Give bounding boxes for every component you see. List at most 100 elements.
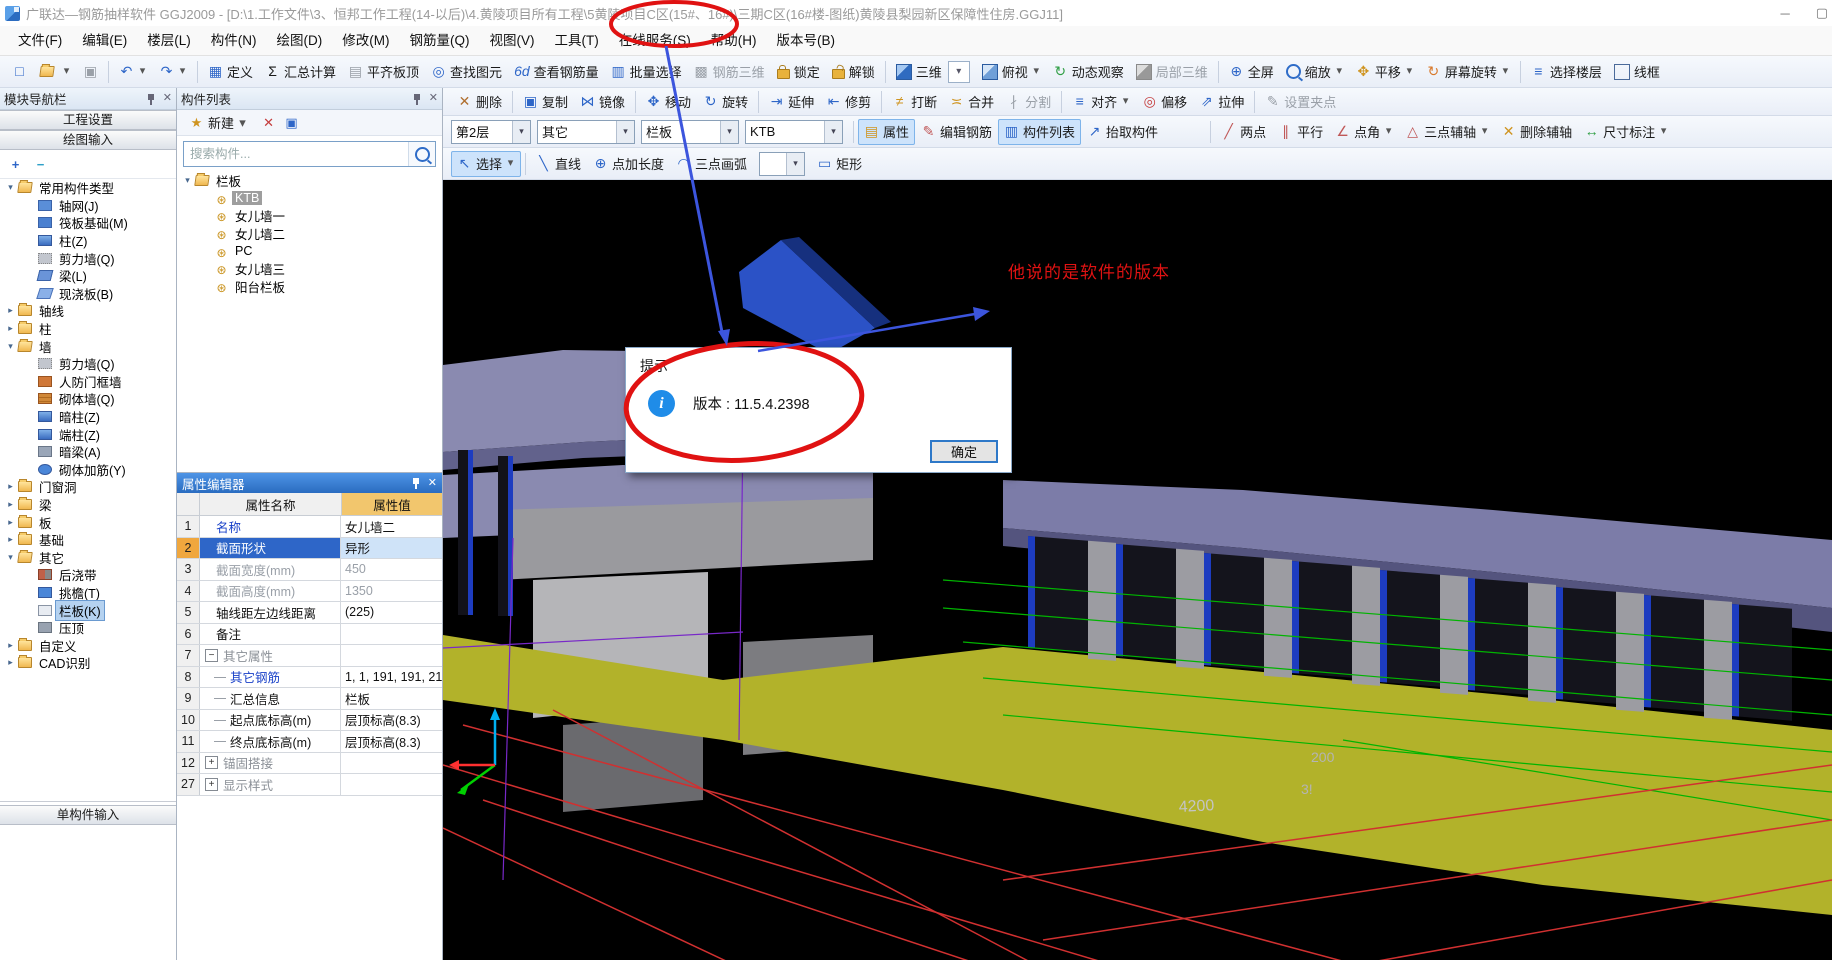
nav-tree-item[interactable]: 栏板(K) — [0, 599, 176, 621]
property-value[interactable]: 异形 — [341, 537, 442, 558]
tree-expander-icon[interactable]: ▸ — [4, 305, 17, 316]
point-angle-button[interactable]: ∠ 点角 ▾ — [1329, 119, 1399, 145]
component-tree-item[interactable]: ▾ 栏板 — [177, 172, 442, 190]
model-viewport[interactable]: 4200 200 3! — [443, 180, 1832, 960]
tree-expander-icon[interactable]: ▾ — [181, 175, 194, 186]
property-value[interactable] — [341, 774, 442, 795]
lock-button[interactable]: 锁定 — [771, 59, 826, 85]
nav-tree-item[interactable]: 挑檐(T) — [0, 584, 176, 602]
property-row[interactable]: 6 备注 — [177, 623, 442, 645]
tree-expander-icon[interactable]: ▸ — [4, 517, 17, 528]
tree-expander-icon[interactable]: ▸ — [4, 499, 17, 510]
nav-tree-item[interactable]: 人防门框墙 — [0, 373, 176, 391]
fullscreen-button[interactable]: ⊕ 全屏 — [1223, 59, 1280, 85]
delete-component-icon[interactable]: ✕ — [261, 115, 276, 130]
menu-tools[interactable]: 工具(T) — [545, 26, 609, 56]
property-row[interactable]: 11 终点底标高(m) 层顶标高(8.3) — [177, 731, 442, 753]
tree-expander-icon[interactable]: ▾ — [4, 182, 17, 193]
expand-box-icon[interactable]: + — [205, 756, 218, 770]
view-3d-combo[interactable]: ▾ — [947, 60, 970, 83]
nav-tree-item[interactable]: ▾ 墙 — [0, 337, 176, 355]
menu-online[interactable]: 在线服务(S) — [609, 26, 701, 56]
three-point-arc-tool-button[interactable]: ◠ 三点画弧 — [670, 151, 753, 177]
nav-tree-item[interactable]: 现浇板(B) — [0, 285, 176, 303]
delete-button[interactable]: ✕ 删除 — [451, 89, 508, 115]
property-value[interactable] — [341, 624, 442, 645]
property-row[interactable]: 12 + 锚固搭接 — [177, 752, 442, 774]
nav-tree-item[interactable]: 砌体加筋(Y) — [0, 461, 176, 479]
tree-expander-icon[interactable]: ▸ — [4, 534, 17, 545]
break-button[interactable]: ≠ 打断 — [886, 89, 943, 115]
batch-select-button[interactable]: ▥ 批量选择 — [605, 59, 688, 85]
nav-tree-item[interactable]: 压顶 — [0, 619, 176, 637]
nav-tree-item[interactable]: 梁(L) — [0, 267, 176, 285]
category-combo[interactable]: 其它 ▾ — [537, 119, 635, 144]
project-settings-tab[interactable]: 工程设置 — [0, 110, 176, 130]
nav-tree-item[interactable]: 柱(Z) — [0, 232, 176, 250]
redo-button[interactable]: ↷ ▾ — [153, 59, 193, 85]
mirror-button[interactable]: ⋈ 镜像 — [574, 89, 631, 115]
two-point-axis-button[interactable]: ╱ 两点 — [1215, 119, 1272, 145]
nav-tree-item[interactable]: 后浇带 — [0, 566, 176, 584]
select-floor-button[interactable]: ≡ 选择楼层 — [1525, 59, 1608, 85]
delete-aux-axis-button[interactable]: ✕ 删除辅轴 — [1495, 119, 1578, 145]
close-icon[interactable]: ✕ — [429, 93, 438, 104]
new-file-button[interactable]: □ — [6, 59, 33, 85]
pin-icon[interactable] — [146, 93, 156, 105]
property-value[interactable]: (225) — [341, 602, 442, 623]
property-row[interactable]: 4 截面高度(mm) 1350 — [177, 580, 442, 602]
nav-tree-item[interactable]: ▸ 轴线 — [0, 302, 176, 320]
menu-rebar[interactable]: 钢筋量(Q) — [400, 26, 480, 56]
stretch-button[interactable]: ⇗ 拉伸 — [1193, 89, 1250, 115]
property-value[interactable]: 450 — [341, 559, 442, 580]
nav-tree-item[interactable]: ▸ CAD识别 — [0, 654, 176, 672]
nav-tree-item[interactable]: 轴网(J) — [0, 197, 176, 215]
menu-modify[interactable]: 修改(M) — [332, 26, 399, 56]
tree-expander-icon[interactable]: ▾ — [4, 552, 17, 563]
rebar-3d-button[interactable]: ▩ 钢筋三维 — [688, 59, 771, 85]
wireframe-button[interactable]: 线框 — [1608, 59, 1666, 85]
component-tree-item[interactable]: 女儿墙二 — [177, 225, 442, 243]
single-component-input-button[interactable]: 单构件输入 — [0, 805, 176, 825]
tree-expander-icon[interactable]: ▸ — [4, 323, 17, 334]
three-point-aux-button[interactable]: △ 三点辅轴 ▾ — [1399, 119, 1495, 145]
undo-button[interactable]: ↶ ▾ — [113, 59, 153, 85]
pick-component-button[interactable]: ↗ 抬取构件 — [1081, 119, 1164, 145]
open-file-button[interactable]: ▾ — [33, 59, 77, 85]
zoom-button[interactable]: 缩放 ▾ — [1280, 59, 1350, 85]
trim-button[interactable]: ⇤ 修剪 — [820, 89, 877, 115]
close-icon[interactable]: ✕ — [428, 477, 437, 489]
property-value[interactable]: 1, 1, 191, 191, 21, — [341, 667, 442, 688]
ok-button[interactable]: 确定 — [930, 440, 998, 463]
edit-rebar-button[interactable]: ✎ 编辑钢筋 — [915, 119, 998, 145]
merge-button[interactable]: ≍ 合并 — [943, 89, 1000, 115]
save-button[interactable]: ▣ — [77, 59, 104, 85]
floor-combo[interactable]: 第2层 ▾ — [451, 119, 531, 144]
nav-tree-item[interactable]: ▸ 梁 — [0, 496, 176, 514]
top-view-button[interactable]: 俯视 ▾ — [976, 59, 1047, 85]
nav-tree-item[interactable]: 砌体墙(Q) — [0, 390, 176, 408]
collapse-all-icon[interactable]: − — [33, 157, 48, 172]
expand-all-icon[interactable]: + — [8, 157, 23, 172]
search-button[interactable] — [408, 142, 435, 166]
component-tree-item[interactable]: KTB — [177, 190, 442, 208]
property-value[interactable]: 层顶标高(8.3) — [341, 731, 442, 752]
copy-button[interactable]: ▣ 复制 — [517, 89, 574, 115]
property-row[interactable]: 10 起点底标高(m) 层顶标高(8.3) — [177, 709, 442, 731]
drawing-input-tab[interactable]: 绘图输入 — [0, 130, 176, 150]
align-button[interactable]: ≡ 对齐 ▾ — [1066, 89, 1136, 115]
expand-box-icon[interactable]: + — [205, 777, 218, 791]
rotate-button[interactable]: ↻ 旋转 — [697, 89, 754, 115]
arc-mode-combo[interactable]: ▾ — [759, 151, 806, 176]
dimension-button[interactable]: ↔ 尺寸标注 ▾ — [1578, 119, 1674, 145]
component-tree-item[interactable]: 女儿墙一 — [177, 207, 442, 225]
nav-tree-item[interactable]: 暗梁(A) — [0, 443, 176, 461]
new-component-button[interactable]: ★ 新建 ▾ — [183, 110, 253, 136]
nav-tree-item[interactable]: ▾ 其它 — [0, 548, 176, 566]
property-value[interactable] — [341, 645, 442, 666]
menu-component[interactable]: 构件(N) — [201, 26, 267, 56]
component-search-input[interactable] — [184, 147, 408, 161]
component-tree-item[interactable]: PC — [177, 242, 442, 260]
menu-draw[interactable]: 绘图(D) — [267, 26, 333, 56]
property-row[interactable]: 7 − 其它属性 — [177, 645, 442, 667]
